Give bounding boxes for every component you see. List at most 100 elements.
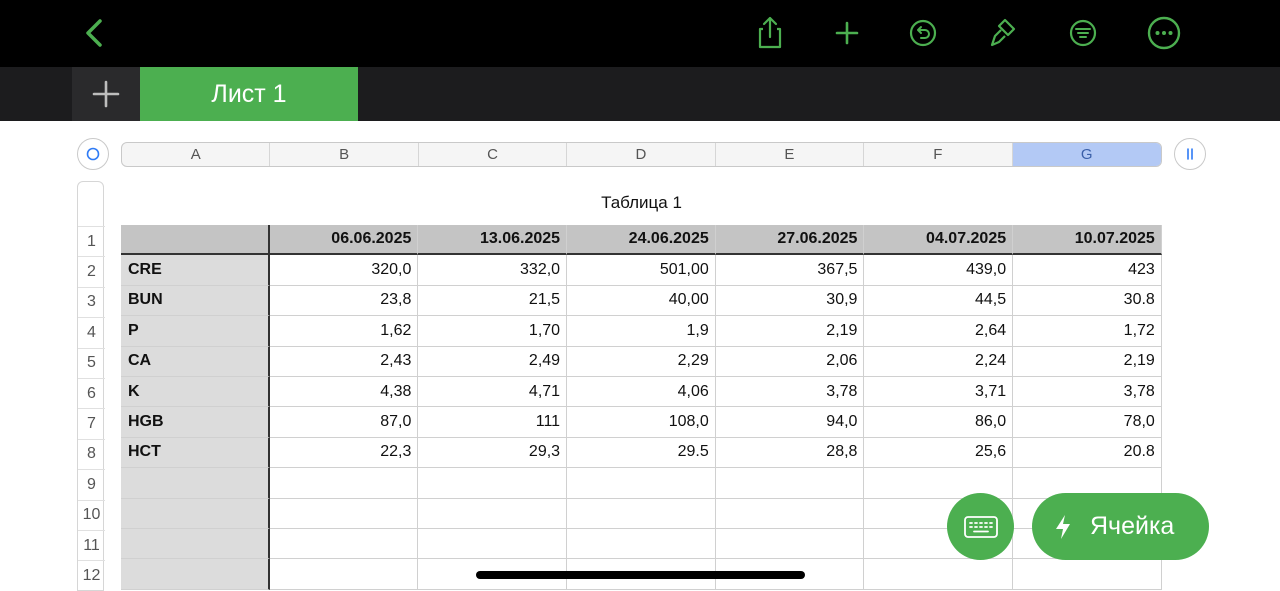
column-header-a[interactable]: A [122, 143, 271, 166]
row-header-1[interactable]: 1 [78, 226, 105, 256]
row-label-cell[interactable]: CA [121, 346, 270, 377]
table-cell[interactable]: 501,00 [567, 255, 716, 286]
row-header-4[interactable]: 4 [78, 317, 105, 347]
table-cell[interactable] [567, 528, 716, 560]
add-icon[interactable] [828, 14, 866, 52]
row-label-cell[interactable]: HCT [121, 437, 270, 469]
table-cell[interactable] [269, 468, 419, 499]
table-cell[interactable]: 30.8 [1013, 285, 1162, 317]
header-cell[interactable]: 13.06.2025 [418, 225, 568, 256]
table-cell[interactable]: 3,78 [1013, 376, 1162, 408]
table-cell[interactable]: 2,06 [715, 346, 865, 377]
row-header-12[interactable]: 12 [78, 560, 105, 590]
column-header-c[interactable]: C [419, 143, 568, 166]
keyboard-button[interactable] [947, 493, 1014, 560]
table-cell[interactable] [864, 559, 1014, 590]
share-icon[interactable] [751, 14, 789, 52]
column-header-g[interactable]: G [1012, 143, 1161, 166]
table-cell[interactable]: 2,24 [864, 346, 1014, 377]
table-cell[interactable]: 20.8 [1013, 437, 1162, 469]
header-cell[interactable] [121, 225, 270, 256]
cell-action-button[interactable]: Ячейка [1032, 493, 1209, 560]
row-label-cell[interactable]: HGB [121, 407, 270, 438]
add-sheet-button[interactable] [72, 67, 140, 121]
table-cell[interactable] [269, 498, 419, 529]
table-cell[interactable] [418, 528, 568, 560]
more-icon[interactable] [1145, 14, 1183, 52]
table-cell[interactable]: 2,29 [567, 346, 716, 377]
table-cell[interactable] [567, 498, 716, 529]
row-label-cell[interactable]: P [121, 316, 270, 347]
row-header-3[interactable]: 3 [78, 286, 105, 317]
table-cell[interactable]: 4,71 [418, 376, 568, 408]
column-header-f[interactable]: F [864, 143, 1013, 166]
row-label-cell[interactable] [121, 468, 270, 499]
row-header-10[interactable]: 10 [78, 499, 105, 530]
table-cell[interactable]: 1,72 [1013, 316, 1162, 347]
column-header-e[interactable]: E [716, 143, 865, 166]
table-cell[interactable] [715, 528, 865, 560]
table-cell[interactable]: 108,0 [567, 407, 716, 438]
table-cell[interactable]: 423 [1013, 255, 1162, 286]
table-cell[interactable]: 23,8 [269, 285, 419, 317]
table-cell[interactable]: 29.5 [567, 437, 716, 469]
table-cell[interactable]: 1,70 [418, 316, 568, 347]
table-cell[interactable]: 28,8 [715, 437, 865, 469]
table-cell[interactable] [269, 559, 419, 590]
column-header-b[interactable]: B [270, 143, 419, 166]
row-label-cell[interactable]: CRE [121, 255, 270, 286]
table-cell[interactable]: 1,62 [269, 316, 419, 347]
row-label-cell[interactable]: K [121, 376, 270, 408]
table-cell[interactable]: 1,9 [567, 316, 716, 347]
table-cell[interactable]: 111 [418, 407, 568, 438]
table-cell[interactable]: 2,19 [715, 316, 865, 347]
table-cell[interactable] [715, 498, 865, 529]
table-cell[interactable]: 21,5 [418, 285, 568, 317]
row-label-cell[interactable] [121, 528, 270, 560]
table-title[interactable]: Таблица 1 [121, 193, 1162, 213]
table-cell[interactable]: 40,00 [567, 285, 716, 317]
row-header-2[interactable]: 2 [78, 256, 105, 286]
select-all-button[interactable] [77, 138, 109, 170]
table-cell[interactable]: 332,0 [418, 255, 568, 286]
table-cell[interactable]: 25,6 [864, 437, 1014, 469]
table-cell[interactable] [715, 468, 865, 499]
undo-icon[interactable] [904, 14, 942, 52]
table-cell[interactable] [418, 468, 568, 499]
table-cell[interactable]: 2,43 [269, 346, 419, 377]
header-cell[interactable]: 04.07.2025 [864, 225, 1014, 256]
table-cell[interactable]: 3,78 [715, 376, 865, 408]
table-cell[interactable] [1013, 559, 1162, 590]
column-header-d[interactable]: D [567, 143, 716, 166]
column-resize-handle[interactable] [1174, 138, 1206, 170]
header-cell[interactable]: 24.06.2025 [567, 225, 716, 256]
row-header-7[interactable]: 7 [78, 408, 105, 438]
table-cell[interactable]: 86,0 [864, 407, 1014, 438]
header-cell[interactable]: 06.06.2025 [269, 225, 419, 256]
row-header-11[interactable]: 11 [78, 530, 105, 560]
table-cell[interactable]: 2,64 [864, 316, 1014, 347]
table-cell[interactable]: 367,5 [715, 255, 865, 286]
format-brush-icon[interactable] [983, 14, 1021, 52]
table-cell[interactable] [418, 498, 568, 529]
table-cell[interactable]: 94,0 [715, 407, 865, 438]
row-label-cell[interactable] [121, 559, 270, 590]
table-cell[interactable] [269, 528, 419, 560]
row-header-9[interactable]: 9 [78, 469, 105, 499]
row-label-cell[interactable] [121, 498, 270, 529]
table-cell[interactable]: 30,9 [715, 285, 865, 317]
table-cell[interactable]: 2,19 [1013, 346, 1162, 377]
table-cell[interactable] [567, 468, 716, 499]
table-cell[interactable]: 2,49 [418, 346, 568, 377]
table-cell[interactable]: 29,3 [418, 437, 568, 469]
row-header-6[interactable]: 6 [78, 378, 105, 408]
header-cell[interactable]: 10.07.2025 [1013, 225, 1162, 256]
table-cell[interactable]: 3,71 [864, 376, 1014, 408]
table-cell[interactable]: 320,0 [269, 255, 419, 286]
table-cell[interactable]: 78,0 [1013, 407, 1162, 438]
table-cell[interactable]: 439,0 [864, 255, 1014, 286]
table-cell[interactable]: 22,3 [269, 437, 419, 469]
table-cell[interactable]: 4,06 [567, 376, 716, 408]
table-cell[interactable]: 4,38 [269, 376, 419, 408]
row-header-5[interactable]: 5 [78, 347, 105, 378]
